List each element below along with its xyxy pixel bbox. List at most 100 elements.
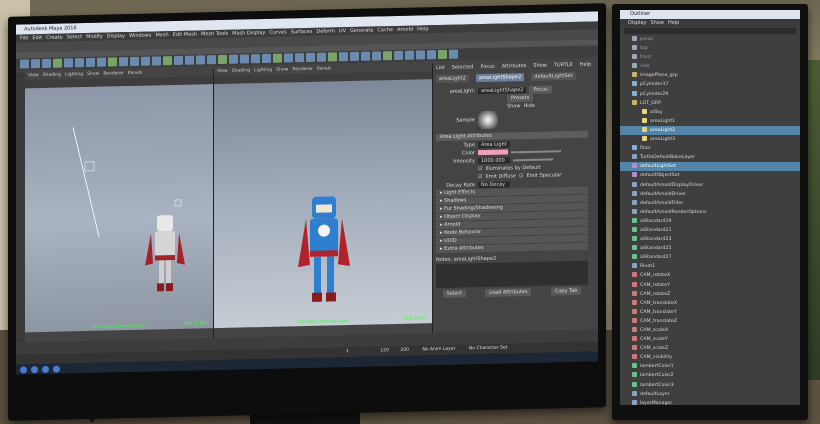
- shelf-tool-icon[interactable]: [31, 59, 40, 69]
- viewport-menu-item[interactable]: Panels: [128, 71, 142, 76]
- outliner-item[interactable]: defaultLightSet: [620, 162, 800, 172]
- shape-field[interactable]: areaLightShape2: [478, 86, 527, 94]
- menu-item[interactable]: Curves: [269, 29, 286, 35]
- viewport-menu-item[interactable]: Shading: [43, 73, 61, 78]
- copy-tab-button[interactable]: Copy Tab: [550, 286, 582, 296]
- outliner-item[interactable]: aiStandard19: [620, 217, 800, 226]
- outliner-item[interactable]: lambertColor2: [620, 371, 800, 380]
- menu-item[interactable]: UV: [339, 28, 346, 34]
- outliner-item[interactable]: front: [620, 53, 800, 62]
- shelf-tool-icon[interactable]: [130, 56, 139, 67]
- outliner-item[interactable]: CAM_scaleZ: [620, 344, 800, 353]
- outliner-item[interactable]: CAM_visibility: [620, 353, 800, 362]
- ae-tab[interactable]: areaLight2: [436, 74, 469, 84]
- emit-diffuse-checkbox[interactable]: ☑: [478, 174, 482, 180]
- color-swatch[interactable]: [478, 149, 508, 156]
- emit-specular-checkbox[interactable]: ☑: [519, 173, 523, 179]
- outliner-item[interactable]: aiStandard23: [620, 235, 800, 244]
- menu-item[interactable]: Create: [46, 35, 63, 41]
- outliner-list[interactable]: persp top front side imagePlane_grp pCylinder…: [620, 35, 800, 405]
- range-end[interactable]: 120: [380, 348, 389, 353]
- outliner-item[interactable]: aiStandard21: [620, 226, 800, 235]
- shelf-tool-icon[interactable]: [372, 51, 381, 61]
- shelf-tool-icon[interactable]: [317, 52, 326, 62]
- shelf-tool-icon[interactable]: [427, 50, 436, 60]
- ae-menu-item[interactable]: Selected: [452, 64, 474, 70]
- shelf-tool-icon[interactable]: [251, 54, 260, 64]
- shelf-tool-icon[interactable]: [207, 55, 216, 65]
- outliner-item[interactable]: side: [620, 62, 800, 71]
- decay-dropdown[interactable]: No Decay: [478, 180, 510, 188]
- load-attributes-button[interactable]: Load Attributes: [485, 287, 532, 297]
- menu-item[interactable]: Mesh Tools: [201, 31, 228, 38]
- viewport-menu-item[interactable]: View: [217, 69, 228, 74]
- shelf-tool-icon[interactable]: [361, 51, 370, 61]
- shelf-tool-icon[interactable]: [339, 52, 348, 62]
- shelf-tool-icon[interactable]: [229, 54, 238, 64]
- outliner-menu-item[interactable]: Help: [668, 20, 679, 26]
- menu-item[interactable]: Deform: [316, 28, 335, 34]
- outliner-item[interactable]: areaLight1: [620, 117, 800, 126]
- outliner-item[interactable]: LGT_GRP: [620, 99, 800, 108]
- outliner-item[interactable]: layerManager: [620, 399, 800, 405]
- viewport-left[interactable]: View Shading Lighting Show Renderer Panels: [25, 68, 214, 343]
- outliner-item[interactable]: imagePlane_grp: [620, 71, 800, 80]
- ae-menu-item[interactable]: Focus: [480, 64, 494, 70]
- outliner-item[interactable]: defaultObjectSet: [620, 171, 800, 180]
- menu-item[interactable]: Edit: [32, 35, 42, 41]
- menu-item[interactable]: Help: [417, 26, 428, 32]
- shelf-tool-icon[interactable]: [240, 54, 249, 64]
- outliner-item[interactable]: defaultLayer: [620, 390, 800, 399]
- shelf-tool-icon[interactable]: [53, 58, 62, 68]
- shelf-tool-icon[interactable]: [328, 52, 337, 62]
- outliner-item[interactable]: Rivet1: [620, 262, 800, 271]
- anim-layer[interactable]: No Anim Layer: [422, 347, 455, 353]
- ae-tab[interactable]: areaLightShape2: [475, 73, 525, 83]
- outliner-menubar[interactable]: Display Show Help: [620, 19, 800, 27]
- type-dropdown[interactable]: Area Light: [478, 140, 510, 148]
- ae-menu-item[interactable]: Attributes: [502, 63, 527, 70]
- outliner-item[interactable]: floor: [620, 144, 800, 153]
- range-end-max[interactable]: 200: [400, 348, 409, 353]
- shelf-tool-icon[interactable]: [218, 54, 227, 65]
- shelf-tool-icon[interactable]: [163, 56, 172, 66]
- outliner-item[interactable]: pCylinder37: [620, 80, 800, 89]
- ae-menu-item[interactable]: TURTLE: [554, 62, 573, 68]
- shelf-tool-icon[interactable]: [394, 50, 403, 61]
- shelf-tool-icon[interactable]: [262, 53, 271, 64]
- taskbar-app-icon[interactable]: [53, 365, 60, 373]
- outliner-item[interactable]: TurtleDefaultBakeLayer: [620, 153, 800, 162]
- shelf-tool-icon[interactable]: [141, 56, 150, 66]
- shelf-tool-icon[interactable]: [416, 50, 425, 60]
- show-label[interactable]: Show: [507, 103, 521, 109]
- shelf-tool-icon[interactable]: [273, 53, 282, 63]
- viewport-menu-item[interactable]: Lighting: [65, 72, 83, 77]
- outliner-item[interactable]: CAM_translateY: [620, 308, 800, 317]
- shelf-tool-icon[interactable]: [196, 55, 205, 65]
- shelf-tool-icon[interactable]: [350, 51, 359, 62]
- menu-item[interactable]: Mesh Display: [232, 30, 265, 37]
- menu-item[interactable]: Cache: [377, 27, 393, 33]
- ae-tab[interactable]: defaultLightSet: [531, 71, 576, 81]
- shelf-tool-icon[interactable]: [174, 55, 183, 66]
- shelf-tool-icon[interactable]: [108, 57, 117, 67]
- shelf-tool-icon[interactable]: [295, 53, 304, 63]
- outliner-search[interactable]: [624, 28, 796, 34]
- outliner-item[interactable]: CAM_rotateZ: [620, 290, 800, 299]
- outliner-item[interactable]: aiStandard27: [620, 253, 800, 262]
- viewport-right[interactable]: View Shading Lighting Show Renderer Panels: [214, 63, 433, 339]
- outliner-menu-item[interactable]: Show: [650, 20, 664, 26]
- viewport-menu-item[interactable]: Show: [276, 67, 288, 72]
- shelf-tool-icon[interactable]: [383, 51, 392, 61]
- select-button[interactable]: Select: [442, 289, 467, 298]
- menu-item[interactable]: Modify: [86, 34, 103, 40]
- shelf-tool-icon[interactable]: [306, 52, 315, 63]
- start-icon[interactable]: [20, 365, 27, 374]
- outliner-item[interactable]: defaultArnoldDisplayDriver: [620, 181, 800, 190]
- shelf-tool-icon[interactable]: [185, 55, 194, 65]
- shelf-tool-icon[interactable]: [438, 49, 447, 60]
- outliner-item[interactable]: CAM_translateX: [620, 299, 800, 308]
- outliner-item[interactable]: CAM_scaleY: [620, 335, 800, 344]
- toolbox[interactable]: [16, 72, 25, 343]
- taskbar-app-icon[interactable]: [31, 365, 38, 373]
